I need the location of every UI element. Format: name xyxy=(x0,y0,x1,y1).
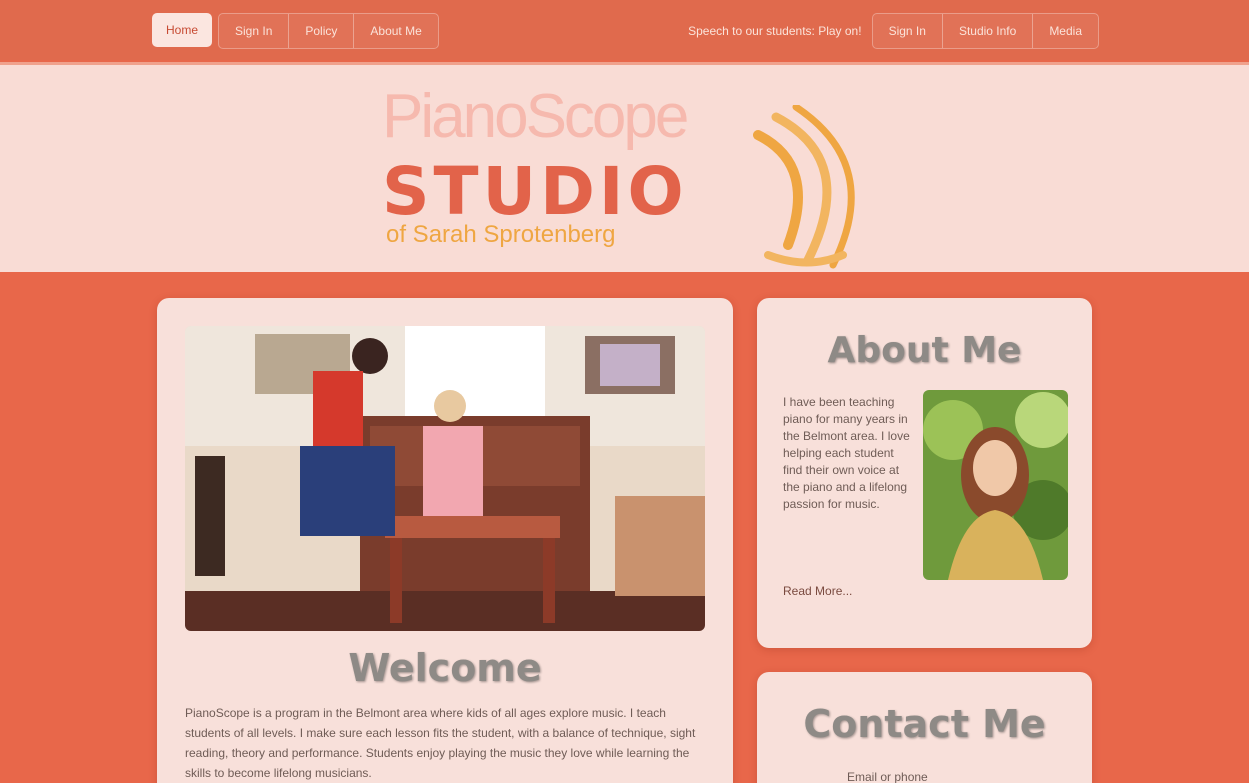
contact-heading: Contact Me xyxy=(803,702,1046,746)
nav-tagline: Speech to our students: Play on! xyxy=(688,24,862,38)
welcome-heading: Welcome xyxy=(348,646,542,690)
secondary-nav-group: Sign In Studio Info Media xyxy=(871,13,1099,49)
lesson-photo xyxy=(185,326,705,631)
nav-studio-info[interactable]: Studio Info xyxy=(943,14,1034,48)
nav-home[interactable]: Home xyxy=(152,13,213,47)
sound-wave-icon xyxy=(753,105,855,269)
about-text: I have been teaching piano for many year… xyxy=(783,395,910,511)
welcome-text: PianoScope is a program in the Belmont a… xyxy=(185,706,696,780)
about-heading: About Me xyxy=(827,330,1022,371)
logo-subtitle: of Sarah Sprotenberg xyxy=(386,221,616,248)
nav-about-me[interactable]: About Me xyxy=(354,14,437,48)
contact-line: Email or phone xyxy=(847,770,928,783)
about-card: About Me I have been teaching piano for … xyxy=(757,298,1092,648)
logo-studio-text: STUDIO xyxy=(382,153,688,230)
logo-title: PianoScope xyxy=(382,82,689,151)
header-banner: PianoScope STUDIO of Sarah Sprotenberg xyxy=(0,62,1249,272)
teacher-portrait xyxy=(923,390,1068,580)
read-more-link[interactable]: Read More... xyxy=(783,584,852,598)
site-logo[interactable]: PianoScope STUDIO of Sarah Sprotenberg xyxy=(378,75,878,270)
nav-policy[interactable]: Policy xyxy=(289,14,355,48)
nav-sign-in[interactable]: Sign In xyxy=(219,14,290,48)
nav-media[interactable]: Media xyxy=(1033,14,1098,48)
nav-sign-in-secondary[interactable]: Sign In xyxy=(873,14,943,48)
primary-nav: Home Sign In Policy About Me xyxy=(152,13,439,49)
contact-card: Contact Me Email or phone xyxy=(757,672,1092,783)
secondary-nav: Speech to our students: Play on! Sign In… xyxy=(688,13,1099,49)
top-navigation: Home Sign In Policy About Me Speech to o… xyxy=(0,0,1249,60)
welcome-card: Welcome PianoScope is a program in the B… xyxy=(157,298,733,783)
primary-nav-group: Sign In Policy About Me xyxy=(218,13,439,49)
